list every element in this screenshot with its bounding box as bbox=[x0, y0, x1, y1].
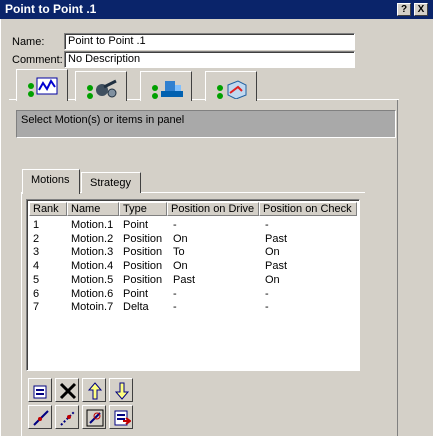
motions-table[interactable]: Rank Name Type Position on Drive Positio… bbox=[26, 199, 360, 371]
insert-motion-button[interactable] bbox=[109, 405, 133, 429]
cell-type: Position bbox=[123, 246, 163, 259]
machine-tab-icon bbox=[152, 81, 183, 99]
cell-name: Motion.3 bbox=[71, 246, 114, 259]
cell-name: Motion.2 bbox=[71, 232, 114, 245]
column-header-rank[interactable]: Rank bbox=[29, 202, 67, 216]
column-header-name[interactable]: Name bbox=[67, 202, 119, 216]
table-row[interactable]: 3 Motion.3 Position To On bbox=[27, 245, 357, 259]
robot-tab[interactable] bbox=[75, 71, 127, 101]
motion-tab[interactable] bbox=[16, 69, 68, 101]
name-field[interactable]: Point to Point .1 bbox=[64, 33, 355, 50]
delete-button[interactable] bbox=[55, 378, 79, 402]
cell-position-on-check: - bbox=[265, 219, 269, 231]
cell-position-on-check: On bbox=[265, 273, 280, 286]
cell-rank: 1 bbox=[33, 219, 40, 231]
cell-name: Motion.6 bbox=[71, 287, 114, 300]
cell-rank: 6 bbox=[33, 287, 40, 300]
table-row[interactable]: 2 Motion.2 Position On Past bbox=[27, 232, 357, 246]
cell-position-on-check: Past bbox=[265, 232, 288, 245]
column-header-position-on-check[interactable]: Position on Check bbox=[259, 202, 357, 216]
table-row[interactable]: 7 Motoin.7 Delta - - bbox=[27, 300, 357, 314]
cell-type: Point bbox=[123, 287, 149, 300]
cell-type: Position bbox=[123, 260, 163, 273]
message-panel: Select Motion(s) or items in panel bbox=[16, 110, 396, 138]
move-up-button[interactable] bbox=[82, 378, 106, 402]
cell-position-on-drive: - bbox=[173, 301, 177, 314]
tab-strategy[interactable]: Strategy bbox=[81, 172, 141, 193]
cell-rank: 3 bbox=[33, 246, 40, 259]
name-label: Name: bbox=[12, 36, 45, 48]
cell-position-on-drive: - bbox=[173, 287, 177, 300]
cell-name: Motoin.7 bbox=[71, 301, 114, 314]
table-row[interactable]: 1 Motion.1 Point - - bbox=[27, 218, 357, 232]
comment-label: Comment: bbox=[12, 54, 63, 66]
arrow-down-icon bbox=[114, 382, 130, 400]
robot-tab-icon bbox=[87, 79, 117, 99]
cell-position-on-drive: - bbox=[173, 219, 177, 231]
column-header-position-on-drive[interactable]: Position on Drive bbox=[167, 202, 259, 216]
insert-list-icon bbox=[114, 410, 131, 426]
help-button[interactable]: ? bbox=[397, 3, 411, 16]
cell-position-on-drive: Past bbox=[173, 273, 196, 286]
cell-position-on-check: - bbox=[265, 287, 269, 300]
window-title: Point to Point .1 bbox=[5, 2, 97, 16]
table-row[interactable]: 4 Motion.4 Position On Past bbox=[27, 259, 357, 273]
delete-x-icon bbox=[59, 382, 77, 400]
cell-rank: 7 bbox=[33, 301, 40, 314]
line-motion-icon bbox=[33, 410, 49, 426]
cell-type: Delta bbox=[123, 301, 149, 314]
cell-position-on-check: Past bbox=[265, 260, 288, 273]
motion-tab-icon bbox=[28, 77, 58, 97]
cell-position-on-drive: To bbox=[173, 246, 185, 259]
point-motion-icon bbox=[86, 409, 104, 427]
comment-field[interactable]: No Description bbox=[64, 51, 355, 68]
cell-type: Position bbox=[123, 273, 163, 286]
edit-properties-icon bbox=[33, 385, 47, 399]
machine-tab[interactable] bbox=[140, 71, 192, 101]
cell-rank: 4 bbox=[33, 260, 40, 273]
panel-divider bbox=[397, 100, 398, 436]
close-button[interactable]: X bbox=[414, 3, 428, 16]
line-motion-button[interactable] bbox=[28, 405, 52, 429]
point-motion-button[interactable] bbox=[82, 405, 106, 429]
tab-motions[interactable]: Motions bbox=[22, 169, 80, 194]
dashed-motion-button[interactable] bbox=[55, 405, 79, 429]
arrow-up-icon bbox=[87, 382, 103, 400]
cell-rank: 2 bbox=[33, 232, 40, 245]
move-down-button[interactable] bbox=[109, 378, 133, 402]
column-header-type[interactable]: Type bbox=[119, 202, 167, 216]
cube-tab-icon bbox=[217, 80, 247, 99]
cell-name: Motion.1 bbox=[71, 219, 114, 231]
cell-position-on-drive: On bbox=[173, 260, 188, 273]
cell-type: Point bbox=[123, 219, 149, 231]
table-row[interactable]: 6 Motion.6 Point - - bbox=[27, 287, 357, 301]
cube-tab[interactable] bbox=[205, 71, 257, 101]
table-row[interactable]: 5 Motion.5 Position Past On bbox=[27, 273, 357, 287]
cell-rank: 5 bbox=[33, 273, 40, 286]
cell-name: Motion.4 bbox=[71, 260, 114, 273]
dashed-motion-icon bbox=[60, 410, 76, 426]
cell-position-on-drive: On bbox=[173, 232, 188, 245]
cell-type: Position bbox=[123, 232, 163, 245]
cell-name: Motion.5 bbox=[71, 273, 114, 286]
cell-position-on-check: - bbox=[265, 301, 269, 314]
edit-button[interactable] bbox=[28, 378, 52, 402]
cell-position-on-check: On bbox=[265, 246, 280, 259]
